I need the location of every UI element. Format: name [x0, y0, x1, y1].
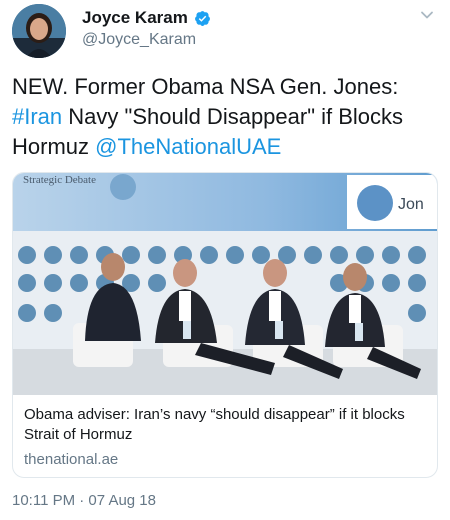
tweet-timestamp[interactable]: 10:11 PM · 07 Aug 18: [12, 492, 156, 509]
tweet-text-segment: NEW. Former Obama NSA Gen. Jones:: [12, 74, 399, 99]
link-card[interactable]: Strategic Debate Jon Obama adviser: Iran…: [12, 172, 438, 478]
verified-badge-icon: [194, 10, 210, 26]
avatar[interactable]: [12, 4, 66, 58]
card-domain[interactable]: thenational.ae: [24, 451, 118, 468]
hashtag-link[interactable]: #Iran: [12, 104, 62, 129]
tweet-text: NEW. Former Obama NSA Gen. Jones: #Iran …: [12, 72, 436, 162]
chevron-down-icon[interactable]: [420, 8, 434, 22]
avatar-photo: [12, 4, 66, 58]
mention-link[interactable]: @TheNationalUAE: [95, 134, 281, 159]
card-image[interactable]: Strategic Debate Jon: [13, 173, 437, 395]
handle[interactable]: @Joyce_Karam: [82, 31, 196, 49]
display-name[interactable]: Joyce Karam: [82, 8, 188, 28]
card-title[interactable]: Obama adviser: Iran’s navy “should disap…: [24, 405, 424, 445]
tweet-header: Joyce Karam @Joyce_Karam: [12, 0, 438, 62]
card-image-banner-text: Strategic Debate: [23, 174, 96, 186]
name-row: Joyce Karam: [82, 8, 211, 28]
card-image-nameplate-text: Jon: [398, 196, 424, 213]
